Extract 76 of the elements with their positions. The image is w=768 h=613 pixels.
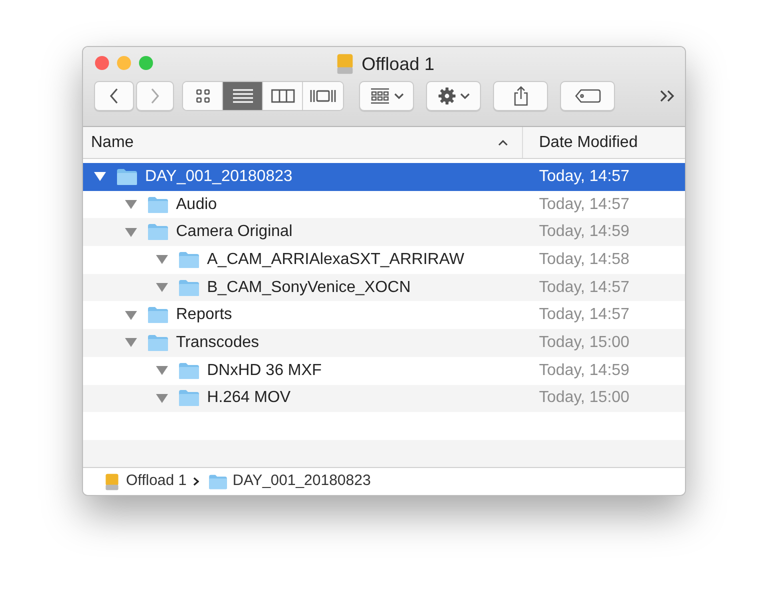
date-modified: Today, 14:57: [538, 305, 630, 326]
triangle-down-icon[interactable]: [125, 337, 137, 348]
folder-icon: [178, 389, 200, 408]
column-header[interactable]: Name: [83, 127, 523, 158]
double-chevron-icon[interactable]: [659, 90, 675, 102]
arrange-button[interactable]: [359, 81, 414, 111]
folder-icon: [178, 278, 200, 297]
list-icon: [232, 88, 254, 104]
view-button[interactable]: [223, 82, 263, 110]
chevron-down-icon: [394, 93, 404, 99]
folder-icon: [147, 334, 169, 352]
tag-icon: [574, 89, 600, 103]
forward-icon: [150, 88, 160, 104]
file-row[interactable]: B_CAM_SonyVenice_XOCN Today, 14:57: [83, 274, 685, 302]
file-row[interactable]: H.264 MOV Today, 15:00: [83, 384, 685, 412]
chevron-down-icon: [460, 93, 470, 99]
triangle-down-icon[interactable]: [94, 171, 106, 182]
file-name: Transcodes: [176, 332, 259, 353]
date-modified: Today, 15:00: [538, 332, 630, 353]
close-button[interactable]: [95, 56, 109, 70]
triangle-down-icon[interactable]: [156, 365, 168, 376]
file-name: H.264 MOV: [207, 388, 291, 408]
file-row[interactable]: DNxHD 36 MXF Today, 14:59: [83, 356, 685, 384]
date-modified: Today, 14:57: [538, 166, 630, 187]
date-modified: Today, 14:57: [538, 194, 630, 215]
gear-icon: [438, 87, 456, 105]
triangle-down-icon[interactable]: [156, 392, 168, 404]
zoom-button[interactable]: [139, 56, 153, 70]
file-row[interactable]: Reports Today, 14:57: [83, 301, 685, 330]
folder-icon: [147, 306, 169, 324]
file-row[interactable]: Camera Original Today, 14:59: [83, 218, 685, 246]
date-modified: Today, 14:58: [538, 250, 630, 270]
file-row[interactable]: Transcodes Today, 15:00: [83, 329, 685, 357]
triangle-down-icon[interactable]: [156, 282, 168, 294]
back-button[interactable]: [94, 81, 134, 111]
gallery-icon: [310, 88, 336, 104]
folder-icon: [178, 362, 200, 380]
back-icon: [109, 88, 119, 104]
forward-button[interactable]: [136, 81, 174, 111]
triangle-down-icon[interactable]: [125, 226, 137, 238]
triangle-down-icon[interactable]: [125, 310, 137, 321]
file-name: Audio: [176, 194, 217, 215]
file-name: B_CAM_SonyVenice_XOCN: [207, 278, 411, 298]
file-name: DAY_001_20180823: [145, 166, 292, 187]
file-row[interactable]: Audio Today, 14:57: [83, 190, 685, 218]
folder-icon: [116, 168, 138, 186]
path-item[interactable]: DAY_001_20180823: [232, 470, 371, 493]
share-button[interactable]: [493, 81, 548, 111]
date-modified: Today, 14:59: [538, 360, 630, 381]
file-name: Camera Original: [176, 222, 292, 242]
grid-icon: [370, 88, 390, 104]
drive-icon: [103, 472, 121, 490]
file-name: Reports: [176, 305, 232, 326]
grid-icon: [194, 88, 210, 104]
view-button[interactable]: [183, 82, 223, 110]
file-name: A_CAM_ARRIAlexaSXT_ARRIRAW: [207, 250, 464, 270]
columns-icon: [270, 88, 294, 104]
date-modified: Today, 14:57: [538, 278, 630, 298]
column-header[interactable]: Date Modified: [523, 127, 685, 158]
date-modified: Today, 15:00: [538, 388, 630, 408]
share-icon: [512, 86, 528, 106]
file-name: DNxHD 36 MXF: [207, 360, 322, 381]
folder-icon: [147, 223, 169, 242]
file-row[interactable]: A_CAM_ARRIAlexaSXT_ARRIRAW Today, 14:58: [83, 246, 685, 274]
triangle-down-icon[interactable]: [125, 199, 137, 210]
triangle-down-icon[interactable]: [156, 254, 168, 266]
action-button[interactable]: [426, 81, 481, 111]
window-title: Offload 1: [362, 52, 434, 76]
folder-icon: [178, 250, 200, 269]
chevron-right-icon: [192, 477, 199, 486]
folder-icon: [208, 474, 228, 490]
date-modified: Today, 14:59: [538, 222, 630, 242]
tag-button[interactable]: [560, 81, 615, 111]
folder-icon: [147, 196, 169, 214]
path-item[interactable]: Offload 1: [126, 470, 187, 493]
file-row[interactable]: DAY_001_20180823 Today, 14:57: [83, 163, 685, 191]
